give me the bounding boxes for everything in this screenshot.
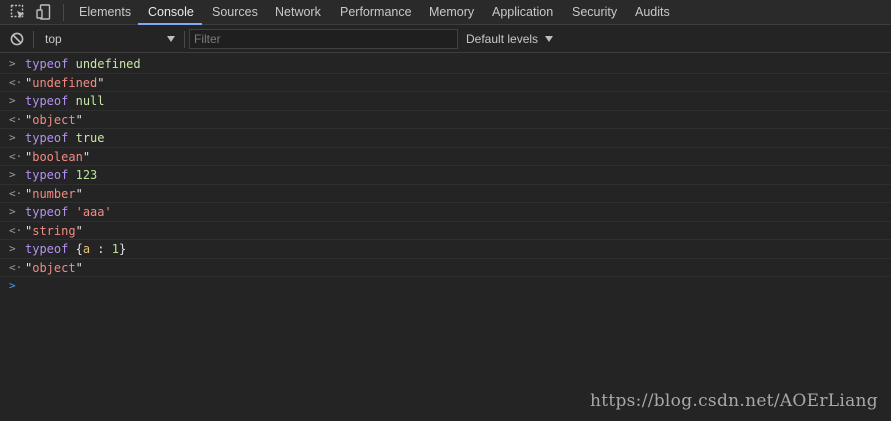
result-arrow-icon: <· <box>9 75 23 89</box>
input-value: 'aaa' <box>75 205 112 219</box>
tab-elements[interactable]: Elements <box>79 0 131 25</box>
result-arrow-icon: <· <box>9 149 23 163</box>
result-value: number <box>32 186 76 201</box>
devtools-tab-bar: Elements Console Sources Network Perform… <box>0 0 891 25</box>
console-input-line: > typeof undefined <box>0 55 891 74</box>
colon: : <box>90 242 112 256</box>
result-value: undefined <box>32 75 98 90</box>
brace-open: { <box>75 242 83 256</box>
input-chevron-icon: > <box>9 57 16 70</box>
toolbar-separator <box>33 31 34 48</box>
input-keyword: typeof <box>25 168 69 182</box>
result-arrow-icon: <· <box>9 223 23 237</box>
console-input-line: > typeof 123 <box>0 166 891 185</box>
result-value: object <box>32 260 76 275</box>
tab-bar-separator <box>63 4 64 21</box>
tab-application[interactable]: Application <box>492 0 553 25</box>
input-chevron-icon: > <box>9 205 16 218</box>
console-result-line: <· "object" <box>0 259 891 277</box>
property-name: a <box>82 242 91 256</box>
console-input-line: > typeof 'aaa' <box>0 203 891 222</box>
tab-console[interactable]: Console <box>148 0 194 25</box>
log-levels-label: Default levels <box>466 32 539 46</box>
input-keyword: typeof <box>25 242 69 256</box>
input-value: 123 <box>75 168 98 182</box>
input-chevron-icon: > <box>9 94 16 107</box>
chevron-down-icon <box>167 36 175 42</box>
input-keyword: typeof <box>25 131 69 145</box>
input-value: null <box>75 94 105 108</box>
input-keyword: typeof <box>25 57 69 71</box>
console-input-line: > typeof {a : 1} <box>0 240 891 259</box>
console-result-line: <· "object" <box>0 111 891 129</box>
context-select-value: top <box>45 32 62 46</box>
log-levels-dropdown[interactable]: Default levels <box>466 29 554 49</box>
console-result-line: <· "string" <box>0 222 891 240</box>
inspect-element-icon[interactable] <box>10 4 26 20</box>
property-value: 1 <box>111 242 119 256</box>
console-result-line: <· "undefined" <box>0 74 891 92</box>
result-value: string <box>32 223 76 238</box>
clear-console-icon[interactable] <box>10 32 24 46</box>
tab-security[interactable]: Security <box>572 0 617 25</box>
result-arrow-icon: <· <box>9 112 23 126</box>
toolbar-separator <box>184 31 185 48</box>
console-input-line: > typeof null <box>0 92 891 111</box>
device-toolbar-icon[interactable] <box>36 4 52 20</box>
result-arrow-icon: <· <box>9 186 23 200</box>
tab-audits[interactable]: Audits <box>635 0 670 25</box>
console-messages[interactable]: > typeof undefined <· "undefined" > type… <box>0 55 891 421</box>
filter-input[interactable] <box>189 29 458 49</box>
tab-performance[interactable]: Performance <box>340 0 412 25</box>
tab-sources[interactable]: Sources <box>212 0 258 25</box>
console-input-line: > typeof true <box>0 129 891 148</box>
input-chevron-icon: > <box>9 168 16 181</box>
input-value: true <box>75 131 105 145</box>
chevron-down-icon <box>545 36 554 42</box>
context-select[interactable]: top <box>37 29 181 49</box>
input-chevron-icon: > <box>9 131 16 144</box>
console-prompt[interactable]: > <box>0 277 891 296</box>
brace-close: } <box>118 242 127 256</box>
console-result-line: <· "number" <box>0 185 891 203</box>
result-arrow-icon: <· <box>9 260 23 274</box>
prompt-chevron-icon: > <box>9 279 16 292</box>
result-value: boolean <box>32 149 83 164</box>
input-chevron-icon: > <box>9 242 16 255</box>
tab-memory[interactable]: Memory <box>429 0 474 25</box>
console-result-line: <· "boolean" <box>0 148 891 166</box>
console-toolbar: top Default levels <box>0 26 891 53</box>
active-tab-indicator <box>138 23 202 25</box>
input-keyword: typeof <box>25 205 69 219</box>
tab-network[interactable]: Network <box>275 0 321 25</box>
result-value: object <box>32 112 76 127</box>
watermark: https://blog.csdn.net/AOErLiang <box>589 391 878 411</box>
input-value: undefined <box>75 57 141 71</box>
input-keyword: typeof <box>25 94 69 108</box>
